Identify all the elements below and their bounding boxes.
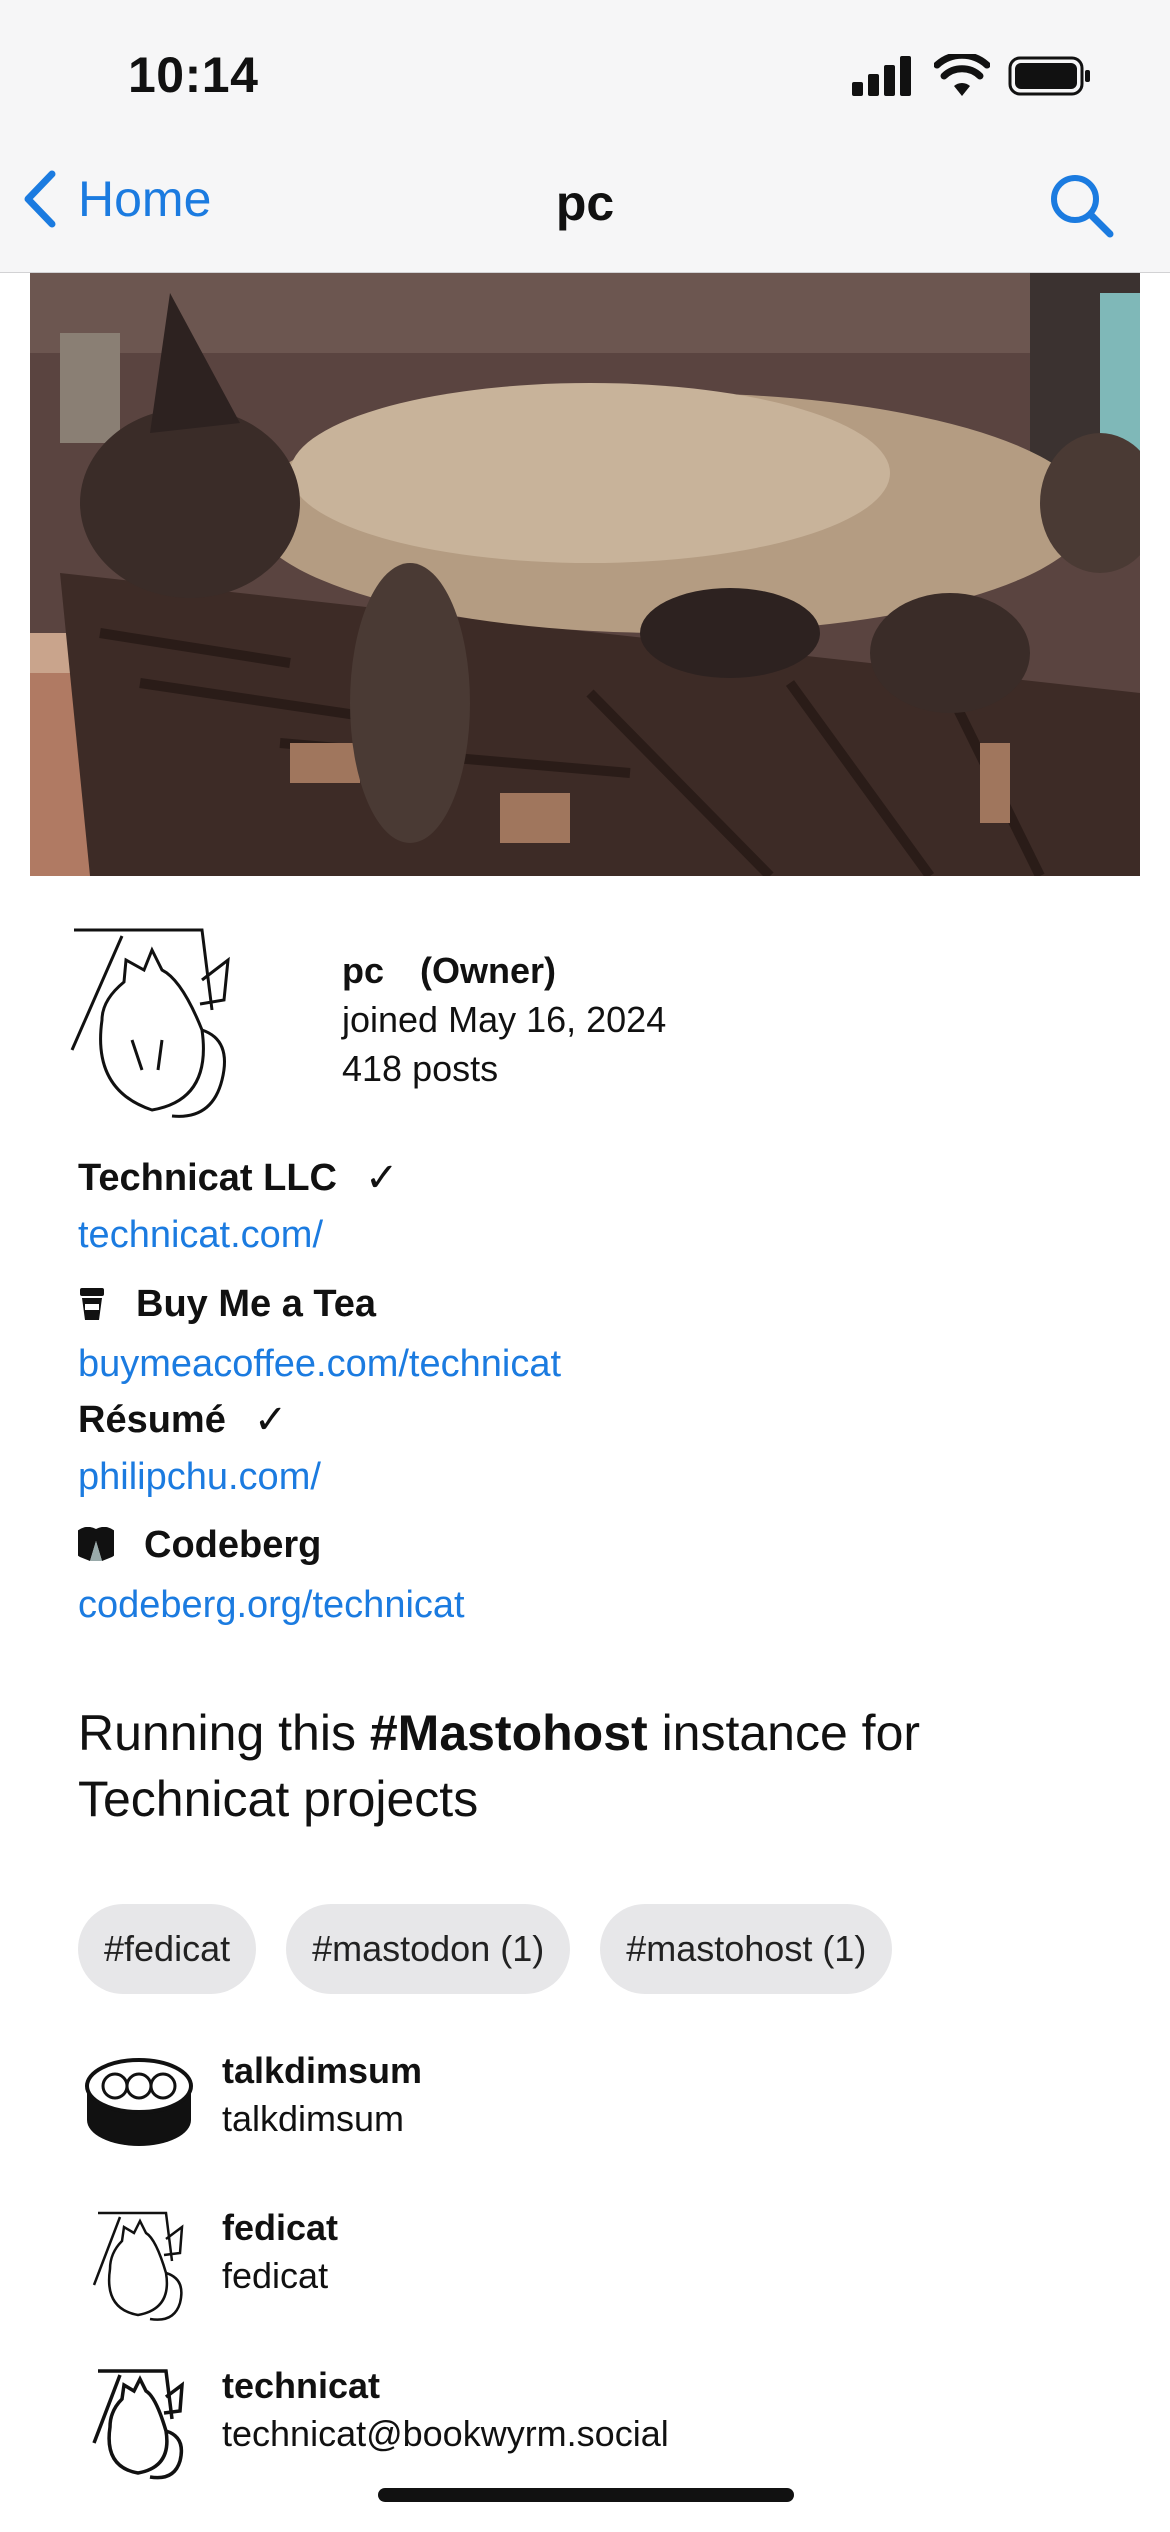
account-handle: talkdimsum (222, 2098, 405, 2139)
page-title: pc (555, 175, 615, 231)
bio-hashtag[interactable]: #Mastohost (370, 1705, 648, 1761)
field-name: Buy Me a Tea (136, 1283, 377, 1325)
account-name: talkdimsum (222, 2050, 423, 2091)
tag-chip[interactable]: #fedicat (78, 1904, 257, 1994)
profile-header-image (30, 273, 1140, 876)
profile-avatar (62, 920, 252, 1130)
field-name: Codeberg (144, 1524, 322, 1566)
account-row[interactable]: technicat technicat@bookwyrm.social (80, 2349, 1080, 2489)
profile-bio: Running this #Mastohost instance for Tec… (78, 1700, 1118, 1832)
home-indicator[interactable] (378, 2488, 794, 2502)
profile-field: Buy Me a Tea buymeacoffee.com/technicat (78, 1285, 561, 1383)
profile-name: pc (342, 950, 385, 991)
account-handle: fedicat (222, 2255, 329, 2296)
tag-chip[interactable]: #mastodon (1) (286, 1904, 571, 1994)
field-name: Résumé (78, 1399, 226, 1441)
dimsum-avatar (85, 2058, 193, 2146)
featured-tags: #fedicat #mastodon (1) #mastohost (1) (78, 1904, 893, 1994)
tag-chip[interactable]: #mastohost (1) (600, 1904, 893, 1994)
field-link[interactable]: technicat.com/ (78, 1216, 399, 1254)
account-name: technicat (222, 2365, 381, 2406)
account-handle: technicat@bookwyrm.social (222, 2413, 669, 2454)
search-icon[interactable] (1048, 172, 1114, 238)
cat-avatar (92, 2369, 185, 2480)
cellular-signal-icon (852, 56, 911, 96)
field-link[interactable]: buymeacoffee.com/technicat (78, 1345, 561, 1383)
wifi-icon (934, 54, 990, 96)
bio-text: Running this (78, 1705, 370, 1761)
navigation-bar: 10:14 Home pc (0, 0, 1170, 273)
account-name: fedicat (222, 2207, 339, 2248)
owner-badge: (Owner) (420, 950, 557, 991)
profile-field: Technicat LLC ✓ technicat.com/ (78, 1158, 399, 1254)
profile-field: Codeberg codeberg.org/technicat (78, 1526, 465, 1624)
verified-check-icon: ✓ (365, 1156, 399, 1200)
joined-date: joined May 16, 2024 (342, 999, 667, 1040)
status-time: 10:14 (128, 47, 259, 103)
verified-check-icon: ✓ (253, 1398, 288, 1442)
cat-avatar (92, 2211, 184, 2321)
profile-meta: pc (Owner) joined May 16, 2024 418 posts (342, 946, 666, 1093)
account-row[interactable]: fedicat fedicat (80, 2191, 1080, 2331)
codeberg-icon (78, 1527, 114, 1563)
post-count: 418 posts (342, 1048, 499, 1089)
field-link[interactable]: codeberg.org/technicat (78, 1586, 465, 1624)
account-row[interactable]: talkdimsum talkdimsum (80, 2034, 1080, 2174)
field-name: Technicat LLC (78, 1157, 337, 1199)
profile-field: Résumé ✓ philipchu.com/ (78, 1400, 321, 1496)
field-link[interactable]: philipchu.com/ (78, 1458, 321, 1496)
battery-icon (1008, 56, 1090, 96)
tea-cup-icon (78, 1286, 106, 1322)
